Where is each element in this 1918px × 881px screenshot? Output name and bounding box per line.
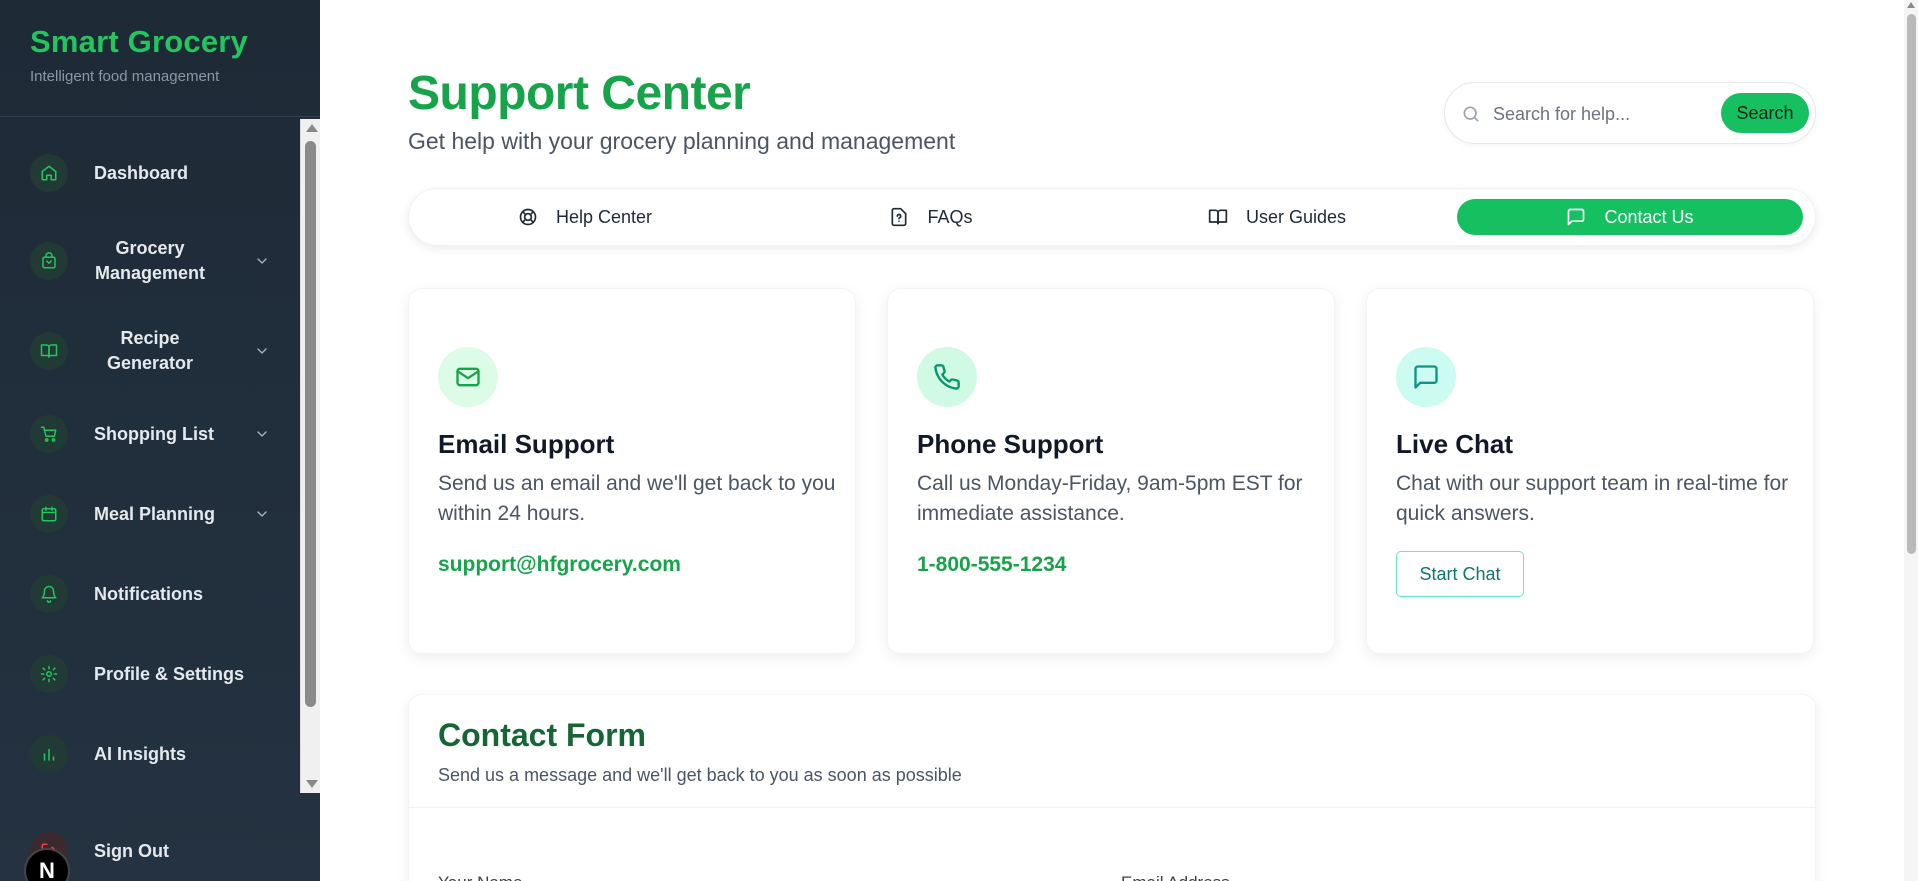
tab-faqs[interactable]: FAQs: [761, 199, 1101, 235]
tab-label: Help Center: [555, 206, 653, 227]
page-subtitle: Get help with your grocery planning and …: [408, 128, 956, 154]
sidebar-item-shopping-list[interactable]: Shopping List: [30, 415, 270, 453]
sidebar-item-label: Grocery Management: [94, 238, 206, 283]
card-description: Chat with our support team in real-time …: [1396, 472, 1789, 525]
scroll-up-arrow-icon[interactable]: [306, 124, 318, 132]
tab-label: User Guides: [1245, 206, 1347, 227]
tab-help-center[interactable]: Help Center: [415, 199, 755, 235]
bell-icon: [30, 575, 68, 613]
divider: [409, 807, 1815, 808]
tab-label: FAQs: [927, 206, 973, 227]
brand-title[interactable]: Smart Grocery: [30, 24, 248, 60]
card-description: Send us an email and we'll get back to y…: [438, 472, 836, 525]
search-input[interactable]: [1493, 99, 1713, 129]
brand-subtitle: Intelligent food management: [30, 68, 220, 85]
sidebar-nav: Dashboard Grocery Management Recipe Gene…: [0, 120, 300, 792]
search-bar: Search: [1444, 82, 1816, 144]
card-title: Email Support: [438, 429, 615, 459]
chevron-down-icon[interactable]: [254, 253, 270, 269]
sidebar-item-grocery-management[interactable]: Grocery Management: [30, 236, 270, 286]
card-description: Call us Monday-Friday, 9am-5pm EST for i…: [917, 472, 1303, 525]
support-phone-link[interactable]: 1-800-555-1234: [917, 553, 1066, 577]
card-title: Live Chat: [1396, 429, 1514, 459]
search-icon: [1461, 104, 1481, 124]
book-icon: [30, 332, 68, 370]
sidebar-scrollbar[interactable]: [300, 119, 320, 793]
phone-icon: [917, 347, 977, 407]
chat-icon: [1396, 347, 1456, 407]
sidebar-item-profile-settings[interactable]: Profile & Settings: [30, 655, 270, 693]
sidebar-item-ai-insights[interactable]: AI Insights: [30, 735, 270, 773]
chevron-down-icon[interactable]: [254, 426, 270, 442]
tab-contact-us[interactable]: Contact Us: [1457, 199, 1803, 235]
name-field-label: Your Name: [438, 873, 522, 881]
scroll-up-arrow-icon[interactable]: [1907, 2, 1915, 8]
cart-icon: [30, 415, 68, 453]
contact-form-card: Contact Form Send us a message and we'll…: [408, 694, 1816, 881]
sidebar-item-label: Dashboard: [94, 162, 189, 183]
calendar-icon: [30, 495, 68, 533]
page-scrollbar[interactable]: [1904, 0, 1918, 881]
scroll-thumb[interactable]: [1907, 14, 1916, 554]
sidebar: Smart Grocery Intelligent food managemen…: [0, 0, 320, 881]
email-support-card: Email Support Send us an email and we'll…: [408, 288, 856, 654]
tab-label: Contact Us: [1604, 206, 1694, 227]
sidebar-item-notifications[interactable]: Notifications: [30, 575, 270, 613]
sign-out-label: Sign Out: [94, 840, 169, 861]
brand: Smart Grocery Intelligent food managemen…: [30, 24, 248, 85]
card-title: Phone Support: [917, 429, 1104, 459]
scroll-thumb[interactable]: [305, 141, 316, 707]
search-button[interactable]: Search: [1721, 93, 1809, 133]
support-tabs: Help Center FAQs User Guides Contact Us: [408, 188, 1816, 246]
message-icon: [1568, 208, 1585, 226]
sidebar-item-label: Recipe Generator: [106, 328, 194, 373]
chevron-down-icon[interactable]: [254, 506, 270, 522]
phone-support-card: Phone Support Call us Monday-Friday, 9am…: [887, 288, 1335, 654]
home-icon: [30, 154, 68, 192]
chevron-down-icon[interactable]: [254, 343, 270, 359]
sidebar-item-label: Notifications: [94, 583, 204, 604]
sidebar-item-recipe-generator[interactable]: Recipe Generator: [30, 326, 270, 376]
bag-icon: [30, 242, 68, 280]
sidebar-item-meal-planning[interactable]: Meal Planning: [30, 495, 270, 533]
gear-icon: [30, 655, 68, 693]
book-open-icon: [1208, 209, 1228, 225]
brand-divider: [0, 116, 320, 117]
scroll-down-arrow-icon[interactable]: [306, 780, 318, 788]
sidebar-item-label: AI Insights: [94, 743, 187, 764]
lifebuoy-icon: [519, 208, 537, 226]
sidebar-item-dashboard[interactable]: Dashboard: [30, 154, 270, 192]
start-chat-button[interactable]: Start Chat: [1396, 551, 1524, 597]
sidebar-item-label: Shopping List: [94, 423, 214, 444]
sidebar-item-label: Profile & Settings: [94, 663, 245, 684]
contact-form-title: Contact Form: [438, 717, 646, 753]
sidebar-item-label: Meal Planning: [94, 503, 216, 524]
email-field-label: Email Address: [1121, 873, 1230, 881]
support-email-link[interactable]: support@hfgrocery.com: [438, 553, 681, 577]
bar-chart-icon: [30, 735, 68, 773]
tab-user-guides[interactable]: User Guides: [1107, 199, 1447, 235]
page-title: Support Center: [408, 67, 751, 120]
contact-form-subtitle: Send us a message and we'll get back to …: [438, 765, 962, 785]
live-chat-card: Live Chat Chat with our support team in …: [1366, 288, 1814, 654]
main-content: Support Center Get help with your grocer…: [320, 0, 1918, 881]
file-question-icon: [891, 207, 907, 227]
mail-icon: [438, 347, 498, 407]
